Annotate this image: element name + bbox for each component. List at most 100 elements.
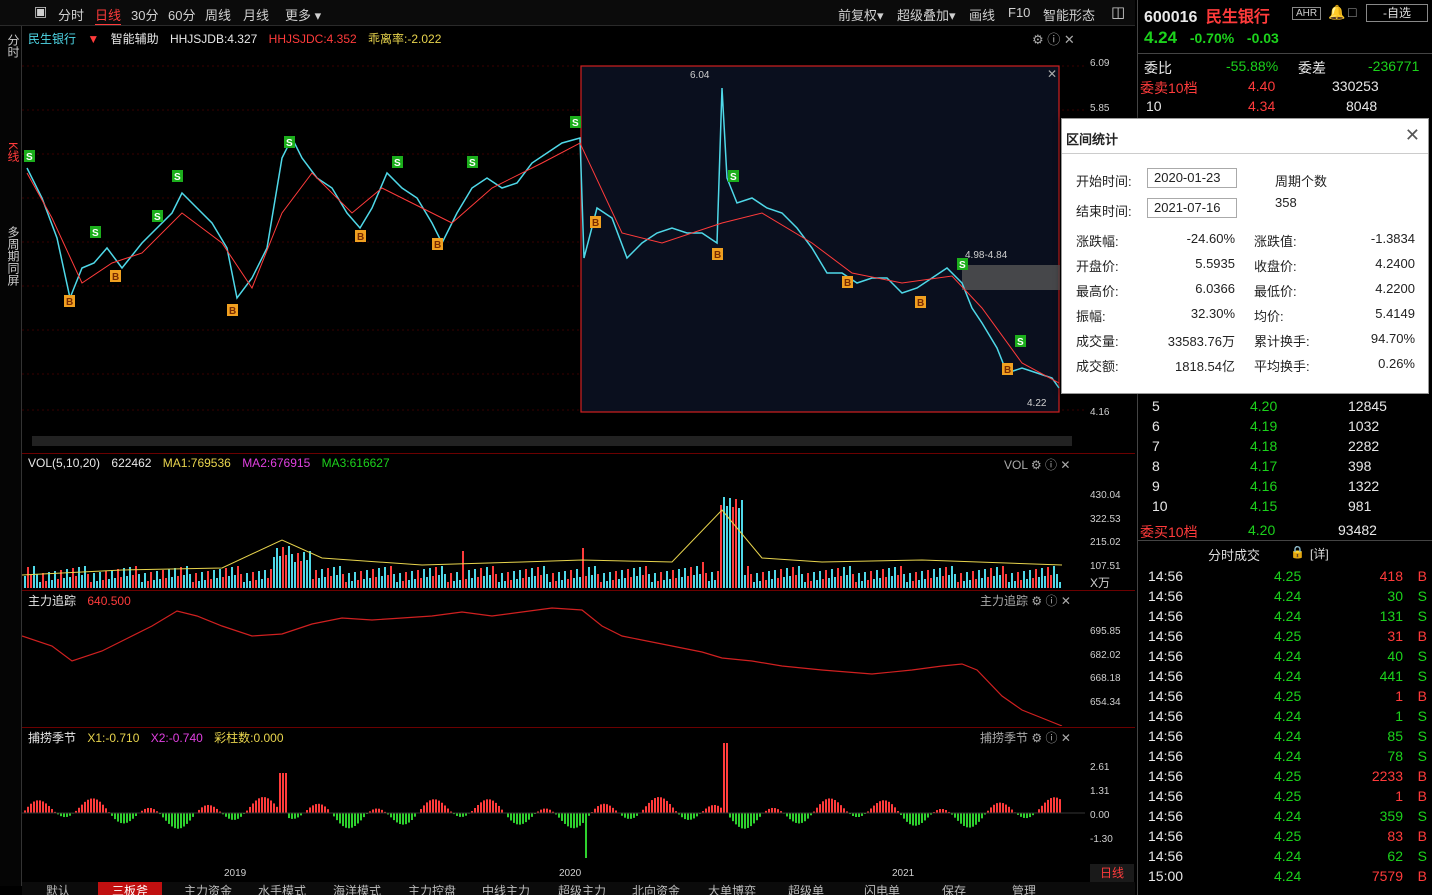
period-daily[interactable]: 日线 xyxy=(95,5,122,25)
close-icon[interactable]: ✕ xyxy=(1405,125,1420,146)
tab-manage[interactable]: 管理 xyxy=(1012,882,1036,895)
tab-sanbanfu[interactable]: 三板斧 xyxy=(98,882,163,895)
tab-flash-order[interactable]: 闪电单 xyxy=(864,882,900,895)
tab-kline[interactable]: K线 xyxy=(0,142,22,162)
trade-row: 14:56 4.24 131 S xyxy=(1148,608,1427,624)
selection-close-icon[interactable]: ✕ xyxy=(1047,67,1057,81)
hhjsjdb-value: HHJSJDB:4.327 xyxy=(169,32,258,46)
trade-row: 14:56 4.24 62 S xyxy=(1148,848,1427,864)
stock-name: 民生银行 xyxy=(1205,9,1270,26)
buy-signal-icon: B xyxy=(355,230,366,243)
buy-signal-icon: B xyxy=(590,216,601,229)
vol-axis-label: 107.51 xyxy=(1090,561,1121,572)
tab-northbound[interactable]: 北向资金 xyxy=(632,882,680,895)
super-overlay-button[interactable]: 超级叠加▾ xyxy=(897,5,956,24)
volume-chart[interactable] xyxy=(22,470,1085,588)
draw-line-button[interactable]: 画线 xyxy=(969,5,995,24)
svg-text:S: S xyxy=(286,138,293,149)
period-fenshi[interactable]: 分时 xyxy=(58,5,84,24)
tab-main-funds[interactable]: 主力资金 xyxy=(184,882,232,895)
price-line: 4.24 -0.70% -0.03 xyxy=(1144,28,1279,48)
buy-signal-icon: B xyxy=(64,295,75,308)
buy-header-row: 委买10档 4.20 93482 xyxy=(1140,522,1377,540)
vol-title: VOL(5,10,20) xyxy=(28,456,101,470)
tracking-axis-label: 695.85 xyxy=(1090,626,1121,637)
buy-signal-icon: B xyxy=(842,276,853,289)
trade-row: 14:56 4.24 40 S xyxy=(1148,648,1427,664)
stat-label: 最低价: xyxy=(1254,284,1297,299)
tab-ocean-mode[interactable]: 海洋模式 xyxy=(333,882,381,895)
assist-toggle-icon[interactable]: ▼ xyxy=(87,32,99,46)
smart-pattern-button[interactable]: 智能形态 xyxy=(1043,5,1095,24)
tab-sailor-mode[interactable]: 水手模式 xyxy=(258,882,306,895)
tab-super-main[interactable]: 超级主力 xyxy=(558,882,606,895)
tab-fenshi[interactable]: 分时 xyxy=(0,34,22,58)
period-60min[interactable]: 60分 xyxy=(168,5,195,24)
svg-text:B: B xyxy=(1004,365,1011,376)
period-toolbar: ▣ 分时 日线 30分 60分 周线 月线 更多 ▾ 前复权▾ 超级叠加▾ 画线… xyxy=(0,0,1135,26)
trade-row: 14:56 4.25 2233 B xyxy=(1148,768,1427,784)
trades-detail-link[interactable]: [详] xyxy=(1310,545,1329,562)
panel-toggle-icon[interactable]: ◫ xyxy=(1111,3,1125,21)
f10-button[interactable]: F10 xyxy=(1008,5,1030,20)
help-icon[interactable]: ⓘ xyxy=(1047,32,1060,47)
deviation-value: 乖离率:-2.022 xyxy=(368,32,442,46)
adjust-forward-button[interactable]: 前复权▾ xyxy=(838,5,884,24)
lock-icon: 🔒 xyxy=(1290,545,1305,559)
change-value: -0.03 xyxy=(1246,30,1279,46)
watchlist-button[interactable]: -自选 xyxy=(1366,4,1428,22)
pattern-strip xyxy=(32,436,1072,446)
vol-value: 622462 xyxy=(111,456,152,470)
selection-region[interactable] xyxy=(580,65,1060,413)
period-30min[interactable]: 30分 xyxy=(131,5,158,24)
start-time-input[interactable]: 2020-01-23 xyxy=(1147,168,1237,188)
stat-value: 6.0366 xyxy=(1195,281,1235,296)
alert-icon[interactable]: 🔔 xyxy=(1328,4,1345,21)
ahr-button[interactable]: AHR xyxy=(1292,7,1322,20)
webi-value: -55.88% xyxy=(1226,58,1279,74)
buy-signal-icon: B xyxy=(1002,363,1013,376)
tab-default[interactable]: 默认 xyxy=(46,882,70,895)
stat-label: 振幅: xyxy=(1076,309,1106,324)
sell-header-row: 委卖10档 4.40 330253 xyxy=(1140,78,1379,96)
window-icon[interactable]: □ xyxy=(1348,4,1356,20)
vol-ma2: MA2:676915 xyxy=(242,456,311,470)
close-icon[interactable]: ✕ xyxy=(1064,32,1075,47)
period-monthly[interactable]: 月线 xyxy=(243,5,269,24)
stat-value: 5.5935 xyxy=(1195,256,1235,271)
settings-icon[interactable]: ⚙ xyxy=(1032,32,1044,47)
tracking-divider xyxy=(22,590,1135,591)
stat-label: 累计换手: xyxy=(1254,334,1310,349)
tab-main-control[interactable]: 主力控盘 xyxy=(408,882,456,895)
sell-signal-icon: S xyxy=(24,150,35,163)
tab-save[interactable]: 保存 xyxy=(942,882,966,895)
stat-label: 最高价: xyxy=(1076,284,1119,299)
tab-multi-period[interactable]: 多周期同屏 xyxy=(0,226,22,286)
assist-label[interactable]: 智能辅助 xyxy=(111,32,159,46)
trades-title: 分时成交 xyxy=(1208,548,1261,563)
end-time-input[interactable]: 2021-07-16 xyxy=(1147,198,1237,218)
trade-row: 14:56 4.25 83 B xyxy=(1148,828,1427,844)
svg-text:S: S xyxy=(154,212,161,223)
tab-block-game[interactable]: 大单博弈 xyxy=(708,882,756,895)
sell-signal-icon: S xyxy=(728,170,739,183)
menu-icon[interactable]: ▣ xyxy=(34,3,47,20)
svg-text:B: B xyxy=(844,278,851,289)
buy-signal-icon: B xyxy=(110,270,121,283)
stock-header: 600016 民生银行 xyxy=(1144,3,1270,27)
tab-super-order[interactable]: 超级单 xyxy=(788,882,824,895)
stat-value: 33583.76万 xyxy=(1167,334,1235,349)
period-weekly[interactable]: 周线 xyxy=(205,5,231,24)
buy-level-row: 7 4.18 2282 xyxy=(1152,438,1380,454)
tracking-chart[interactable] xyxy=(22,606,1085,726)
tracking-axis-label: 668.18 xyxy=(1090,673,1121,684)
stat-value: 4.2400 xyxy=(1375,256,1415,271)
period-more[interactable]: 更多 ▾ xyxy=(285,5,321,24)
stat-value: 32.30% xyxy=(1190,306,1235,321)
svg-text:S: S xyxy=(174,172,181,183)
season-chart[interactable] xyxy=(22,743,1085,863)
low-price-annotation: 4.22 xyxy=(1027,398,1047,409)
tab-mid-term[interactable]: 中线主力 xyxy=(482,882,530,895)
kline-chart[interactable]: S S S S S S S S S S S B B B B B B B B B … xyxy=(22,48,1085,448)
trade-row: 14:56 4.25 1 B xyxy=(1148,688,1427,704)
